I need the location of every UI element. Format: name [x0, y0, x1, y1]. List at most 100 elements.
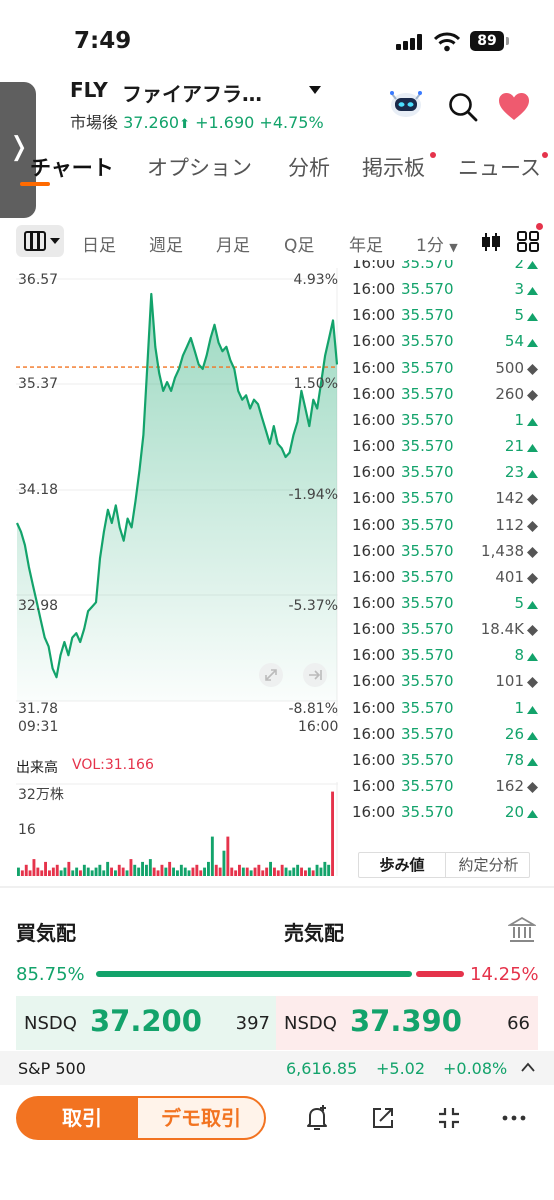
volume-bar — [82, 864, 86, 876]
bid-ratio-bar — [96, 971, 412, 977]
volume-bar — [79, 870, 82, 876]
volume-bar — [234, 870, 238, 876]
y-axis-label: 35.37 — [18, 376, 59, 392]
index-value: 6,616.85 — [286, 1059, 358, 1078]
uptick-triangle-icon — [527, 653, 538, 662]
uptick-triangle-icon — [527, 261, 538, 269]
tick-price: 35.570 — [401, 306, 454, 325]
tick-time: 16:00 — [352, 777, 396, 795]
period-yearly[interactable]: 年足 — [349, 231, 383, 256]
volume-bar — [183, 867, 187, 876]
expand-icon[interactable] — [258, 662, 284, 688]
heart-icon[interactable] — [498, 92, 530, 122]
tab-options[interactable]: オプション — [147, 152, 252, 182]
volume-axis-top: 32万株 — [18, 787, 64, 803]
share-icon[interactable] — [368, 1103, 398, 1133]
volume-value: VOL:31.166 — [72, 757, 154, 773]
time-and-sales-list[interactable]: 16:00 35.570 2 16:00 35.570 3 16:00 35.570 5 16:0… — [352, 260, 538, 836]
volume-bar — [32, 859, 36, 876]
layout-toggle-button[interactable] — [16, 225, 64, 257]
tab-trade-analysis[interactable]: 約定分析 — [445, 853, 531, 877]
best-bid[interactable]: NSDQ 37.200 397 — [16, 996, 276, 1050]
ask-title: 売気配 — [284, 921, 344, 945]
volume-axis-mid: 16 — [18, 822, 36, 838]
tab-chart[interactable]: チャート — [30, 152, 114, 182]
tick-volume: 260 — [495, 384, 524, 403]
board-notification-dot — [430, 152, 436, 158]
volume-bar — [257, 864, 261, 876]
search-icon[interactable] — [448, 92, 478, 122]
after-hours-change: +1.690 — [195, 113, 255, 132]
bid-exchange: NSDQ — [24, 1013, 77, 1034]
tick-volume: 21 — [504, 437, 524, 456]
stock-ticker[interactable]: FLY — [70, 78, 108, 102]
tick-price: 35.570 — [401, 567, 454, 586]
trade-button[interactable]: 取引 — [16, 1096, 148, 1140]
volume-bar — [195, 864, 199, 876]
robot-assistant-icon[interactable] — [388, 88, 424, 120]
period-quarterly[interactable]: Q足 — [284, 231, 314, 256]
bank-icon[interactable] — [508, 916, 536, 944]
jump-to-end-icon[interactable] — [302, 662, 328, 688]
tick-time: 16:00 — [352, 463, 396, 482]
ask-exchange: NSDQ — [284, 1013, 337, 1034]
collapse-icon[interactable] — [434, 1103, 464, 1133]
tick-price: 35.570 — [401, 410, 454, 429]
tick-price: 35.570 — [401, 672, 454, 691]
tick-volume: 101 — [495, 672, 524, 691]
bell-add-icon[interactable] — [302, 1103, 332, 1133]
tick-row: 16:00 35.570 78 — [352, 751, 538, 777]
tick-row: 16:00 35.570 2 — [352, 260, 538, 280]
volume-bar — [307, 867, 311, 876]
volume-bar — [98, 864, 102, 876]
volume-bar — [323, 861, 327, 876]
more-icon[interactable] — [499, 1103, 529, 1133]
y-axis-label: 36.57 — [18, 272, 59, 288]
neutral-diamond-icon — [527, 677, 538, 689]
period-monthly[interactable]: 月足 — [216, 231, 250, 256]
period-weekly[interactable]: 週足 — [149, 231, 183, 256]
neutral-diamond-icon — [527, 494, 538, 506]
index-ticker-bar[interactable]: S&P 500 6,616.85 +5.02 +0.08% — [0, 1051, 554, 1085]
tab-board[interactable]: 掲示板 — [362, 152, 425, 182]
period-1min[interactable]: 1分 ▼ — [416, 231, 458, 256]
tick-volume: 5 — [514, 306, 524, 325]
tick-time: 16:00 — [352, 410, 396, 429]
stock-switch-caret-icon[interactable] — [309, 86, 321, 94]
chevron-up-icon[interactable] — [520, 1061, 536, 1073]
volume-title: 出来高 — [16, 760, 58, 776]
stock-name[interactable]: ファイアフラ… — [122, 78, 262, 107]
tab-news[interactable]: ニュース — [458, 152, 541, 182]
period-selector: 日足 週足 月足 Q足 年足 1分 ▼ — [0, 223, 554, 261]
index-change: +5.02 — [376, 1059, 426, 1078]
volume-bar — [245, 867, 249, 876]
candlestick-icon[interactable] — [480, 231, 502, 253]
volume-bar — [148, 859, 152, 876]
period-daily[interactable]: 日足 — [82, 231, 116, 256]
demo-trade-button[interactable]: デモ取引 — [136, 1096, 266, 1140]
uptick-triangle-icon — [527, 705, 538, 714]
tick-time: 16:00 — [352, 541, 396, 560]
volume-bar — [187, 870, 191, 876]
volume-bar — [20, 870, 24, 876]
after-hours-quote: 市場後 37.260⬆ +1.690 +4.75% — [70, 109, 324, 133]
tick-volume: 23 — [504, 463, 524, 482]
section-divider — [0, 886, 554, 888]
tick-price: 35.570 — [401, 280, 454, 299]
neutral-diamond-icon — [527, 520, 538, 532]
tab-analysis[interactable]: 分析 — [288, 152, 330, 182]
tick-row: 16:00 35.570 8 — [352, 646, 538, 672]
volume-bar — [311, 870, 315, 876]
tick-price: 35.570 — [401, 515, 454, 534]
volume-bar — [222, 850, 226, 876]
best-ask[interactable]: NSDQ 37.390 66 — [276, 996, 538, 1050]
uptick-triangle-icon — [527, 339, 538, 348]
volume-bar — [331, 791, 334, 876]
volume-bar — [152, 867, 156, 876]
volume-chart[interactable] — [16, 782, 338, 876]
grid-icon[interactable] — [516, 229, 540, 253]
volume-bar — [218, 867, 222, 876]
tab-trades[interactable]: 歩み値 — [359, 853, 445, 877]
volume-bar — [319, 867, 323, 876]
volume-bar — [276, 870, 280, 876]
